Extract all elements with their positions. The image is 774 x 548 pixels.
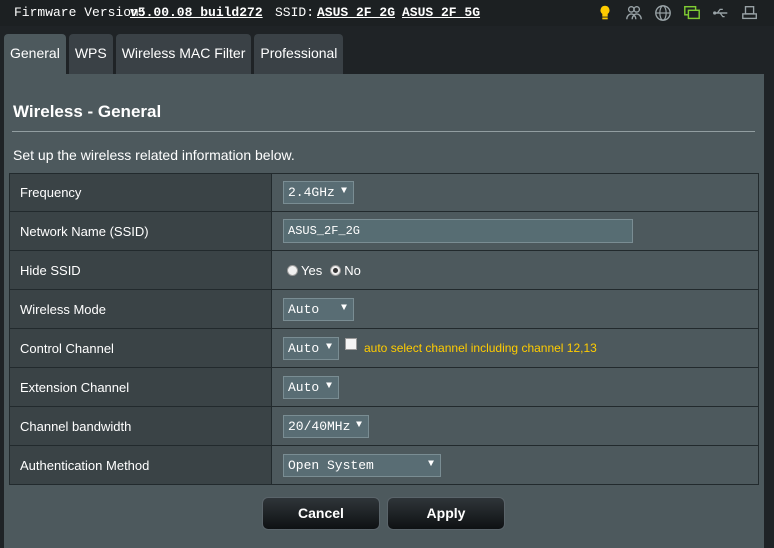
ssid-field-label: Network Name (SSID): [10, 212, 272, 250]
channel-12-13-checkbox[interactable]: [345, 338, 357, 350]
ssid-2g-link[interactable]: ASUS_2F_2G: [317, 5, 395, 20]
ssid-label: SSID:: [275, 5, 315, 20]
hide-ssid-yes-label: Yes: [301, 262, 323, 278]
bulb-icon[interactable]: [594, 3, 615, 23]
row-control-channel: Control Channel Auto ▼ auto select chann…: [9, 329, 759, 368]
control-channel-value: Auto: [288, 340, 320, 356]
row-bandwidth: Channel bandwidth 20/40MHz ▼: [9, 407, 759, 446]
hide-ssid-no-label: No: [344, 262, 361, 278]
wireless-mode-select[interactable]: Auto ▼: [283, 297, 354, 321]
frequency-select[interactable]: 2.4GHz ▼: [283, 181, 354, 204]
auth-method-value: Open System: [288, 457, 374, 473]
apply-button[interactable]: Apply: [387, 497, 505, 530]
hide-ssid-no-radio[interactable]: [330, 264, 342, 276]
extension-channel-select[interactable]: Auto ▼: [283, 375, 339, 399]
row-extension-channel: Extension Channel Auto ▼: [9, 368, 759, 407]
tab-bar: General WPS Wireless MAC Filter Professi…: [4, 34, 344, 74]
tab-wireless-mac-filter[interactable]: Wireless MAC Filter: [115, 34, 252, 74]
wireless-mode-label: Wireless Mode: [10, 290, 272, 328]
bandwidth-select[interactable]: 20/40MHz ▼: [283, 414, 369, 438]
chevron-down-icon: ▼: [427, 458, 434, 470]
printer-icon[interactable]: [739, 3, 760, 23]
top-status-bar: Firmware Version: v5.00.08_build272 SSID…: [0, 0, 774, 26]
cancel-button[interactable]: Cancel: [262, 497, 380, 530]
tab-professional[interactable]: Professional: [254, 34, 344, 74]
ssid-input[interactable]: ASUS_2F_2G: [283, 219, 633, 243]
frequency-label: Frequency: [10, 174, 272, 211]
row-ssid: Network Name (SSID) ASUS_2F_2G: [9, 212, 759, 251]
chevron-down-icon: ▼: [325, 341, 332, 353]
extension-channel-value: Auto: [288, 379, 320, 395]
row-wireless-mode: Wireless Mode Auto ▼: [9, 290, 759, 329]
firmware-label: Firmware Version:: [14, 5, 147, 20]
auth-method-select[interactable]: Open System ▼: [283, 453, 441, 477]
usb-icon[interactable]: [710, 3, 731, 23]
extension-channel-label: Extension Channel: [10, 368, 272, 406]
frequency-value: 2.4GHz: [288, 185, 335, 200]
row-hide-ssid: Hide SSID Yes No: [9, 251, 759, 290]
title-divider: [12, 131, 755, 132]
chevron-down-icon: ▼: [325, 380, 332, 392]
monitor-icon[interactable]: [681, 3, 702, 23]
channel-12-13-note: auto select channel including channel 12…: [364, 341, 597, 355]
status-icons: [594, 3, 760, 23]
control-channel-label: Control Channel: [10, 329, 272, 367]
row-frequency: Frequency 2.4GHz ▼: [9, 173, 759, 212]
users-icon[interactable]: [623, 3, 644, 23]
ssid-5g-link[interactable]: ASUS_2F_5G: [402, 5, 480, 20]
page-description: Set up the wireless related information …: [13, 147, 295, 163]
tab-wps[interactable]: WPS: [68, 34, 113, 74]
auth-method-label: Authentication Method: [10, 446, 272, 484]
tab-general[interactable]: General: [4, 34, 66, 74]
chevron-down-icon: ▼: [340, 302, 347, 314]
bandwidth-value: 20/40MHz: [288, 418, 351, 434]
bandwidth-label: Channel bandwidth: [10, 407, 272, 445]
row-auth-method: Authentication Method Open System ▼: [9, 446, 759, 485]
globe-icon[interactable]: [652, 3, 673, 23]
settings-panel: Wireless - General Set up the wireless r…: [4, 74, 764, 548]
control-channel-select[interactable]: Auto ▼: [283, 336, 339, 360]
hide-ssid-yes-radio[interactable]: [287, 264, 298, 276]
page-title: Wireless - General: [13, 102, 162, 121]
wireless-mode-value: Auto: [288, 301, 320, 317]
settings-table: Frequency 2.4GHz ▼ Network Name (SSID) A…: [9, 173, 759, 485]
chevron-down-icon: ▼: [340, 186, 347, 197]
chevron-down-icon: ▼: [355, 419, 362, 431]
hide-ssid-label: Hide SSID: [10, 251, 272, 289]
firmware-version-link[interactable]: v5.00.08_build272: [130, 5, 263, 20]
